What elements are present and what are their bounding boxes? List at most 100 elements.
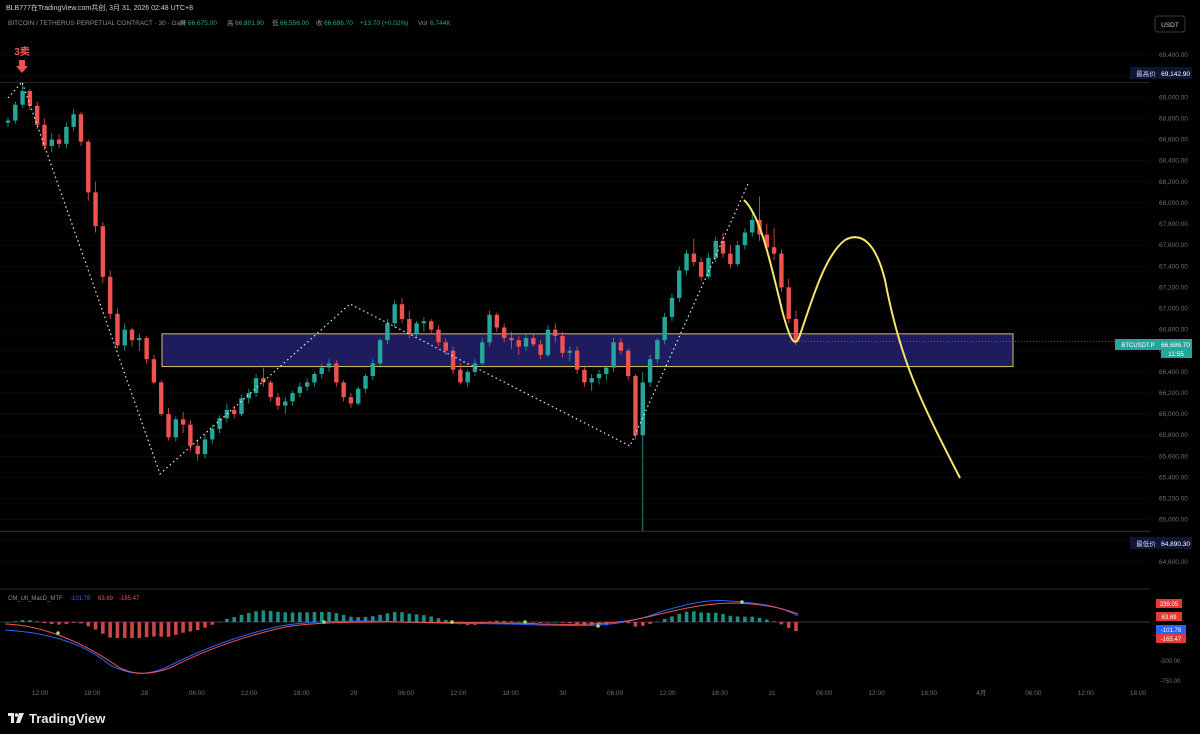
candle bbox=[195, 439, 200, 461]
macd-histogram-bar bbox=[144, 622, 149, 638]
candle bbox=[144, 335, 149, 364]
macd-histogram-bar bbox=[407, 613, 412, 622]
macd-histogram-bar bbox=[516, 621, 521, 623]
candle bbox=[625, 348, 631, 381]
svg-text:CM_Ult_MacD_MTF: CM_Ult_MacD_MTF bbox=[8, 596, 63, 602]
candle bbox=[5, 117, 11, 127]
sell-signal-label: 3卖 bbox=[14, 45, 30, 58]
candle bbox=[728, 245, 733, 269]
candle bbox=[786, 278, 791, 324]
macd-histogram-bar bbox=[319, 611, 324, 622]
macd-histogram-bar bbox=[699, 612, 703, 622]
candle bbox=[647, 354, 653, 387]
svg-text:63.69: 63.69 bbox=[98, 596, 114, 602]
price-tick-label: 66,000.00 bbox=[1159, 411, 1188, 418]
sell-signal-marker[interactable]: 3卖 bbox=[14, 45, 30, 73]
macd-histogram-bar bbox=[568, 622, 572, 624]
time-tick-label: 18:00 bbox=[293, 690, 310, 697]
ohlc-close: 66,686.70 bbox=[324, 20, 353, 27]
candle bbox=[640, 371, 645, 532]
macd-histogram-bar bbox=[750, 616, 755, 622]
candle bbox=[545, 325, 551, 358]
price-tick-label: 67,800.00 bbox=[1159, 221, 1188, 228]
price-zone-box[interactable] bbox=[161, 333, 1014, 368]
price-tick-label: 67,600.00 bbox=[1159, 242, 1188, 249]
macd-axis: -500.00 -750.00 239.05 63.69 -101.78 -16… bbox=[1156, 599, 1186, 685]
volume-value: 6.744K bbox=[430, 20, 451, 27]
macd-histogram-bar bbox=[276, 611, 280, 622]
macd-histogram-bar bbox=[195, 622, 200, 631]
candle bbox=[20, 82, 25, 108]
macd-histogram-bar bbox=[772, 621, 776, 622]
candle bbox=[253, 373, 259, 398]
macd-histogram-bar bbox=[728, 615, 733, 622]
macd-histogram-bar bbox=[721, 613, 725, 622]
time-tick-label: 06:00 bbox=[607, 690, 624, 697]
macd-histogram-bar bbox=[268, 610, 273, 622]
macd-histogram-bar bbox=[765, 619, 769, 622]
macd-histogram-bar bbox=[312, 612, 317, 622]
macd-histogram-bar bbox=[392, 611, 397, 622]
macd-histogram-bar bbox=[560, 622, 565, 623]
macd-histogram-bar bbox=[684, 611, 689, 622]
svg-text:高: 高 bbox=[227, 18, 234, 27]
candle bbox=[71, 108, 76, 132]
macd-histogram-bar bbox=[706, 612, 711, 622]
macd-histogram-bar bbox=[385, 613, 390, 622]
price-tick-label: 68,000.00 bbox=[1159, 200, 1188, 207]
candle bbox=[691, 238, 697, 267]
candle bbox=[720, 232, 726, 258]
footer-bar: TradingView bbox=[0, 702, 1200, 734]
svg-text:最低价: 最低价 bbox=[1136, 539, 1156, 548]
macd-histogram-bar bbox=[137, 622, 142, 638]
macd-histogram-bar bbox=[35, 621, 39, 622]
candle bbox=[202, 435, 208, 459]
price-tick-label: 66,400.00 bbox=[1159, 369, 1188, 376]
macd-histogram-bar bbox=[531, 622, 536, 623]
currency-button[interactable]: USDT bbox=[1154, 15, 1186, 33]
candle bbox=[428, 319, 434, 334]
candle bbox=[771, 228, 777, 260]
price-tick-label: 67,200.00 bbox=[1159, 284, 1188, 291]
candle bbox=[166, 407, 171, 441]
candle bbox=[261, 367, 266, 387]
svg-text:-165.47: -165.47 bbox=[119, 596, 140, 602]
svg-text:239.05: 239.05 bbox=[1160, 602, 1179, 608]
candle bbox=[698, 257, 704, 282]
time-tick-label: 12:00 bbox=[241, 690, 258, 697]
macd-histogram-bar bbox=[86, 622, 91, 627]
macd-histogram-bar bbox=[662, 618, 667, 622]
time-axis[interactable]: 12:00 18:00 28 06:00 12:00 18:00 29 06:00 12:00 1… bbox=[32, 689, 1147, 697]
macd-histogram-bar bbox=[254, 611, 258, 622]
macd-histogram-bar bbox=[655, 621, 660, 623]
macd-histogram-bar bbox=[786, 622, 791, 628]
macd-histogram-bar bbox=[57, 622, 61, 625]
svg-text:-165.47: -165.47 bbox=[1161, 637, 1182, 643]
macd-histogram-bar bbox=[64, 622, 69, 624]
tradingview-logo[interactable]: TradingView bbox=[8, 711, 105, 726]
price-tick-label: 69,400.00 bbox=[1159, 52, 1188, 59]
ohlc-low: 66,556.00 bbox=[280, 20, 309, 27]
macd-histogram-bar bbox=[327, 611, 331, 622]
svg-text:64,890.30: 64,890.30 bbox=[1161, 541, 1190, 548]
candle bbox=[669, 293, 675, 322]
candle bbox=[363, 373, 368, 393]
macd-histogram-bar bbox=[429, 616, 433, 622]
candle bbox=[275, 392, 281, 410]
macd-histogram-bar bbox=[28, 620, 32, 622]
symbol-line: BITCOIN / TETHERUS PERPETUAL CONTRACT · … bbox=[8, 20, 186, 27]
price-tick-label: 69,000.00 bbox=[1159, 94, 1188, 101]
macd-histogram-bar bbox=[626, 622, 630, 624]
candle bbox=[56, 134, 62, 149]
candle bbox=[779, 249, 784, 292]
price-axis[interactable]: 69,400.0069,200.0069,000.0068,800.0068,6… bbox=[1159, 52, 1188, 566]
macd-histogram-bar bbox=[239, 614, 244, 622]
macd-histogram-bar bbox=[509, 621, 514, 622]
candle bbox=[297, 382, 303, 398]
price-tick-label: 65,200.00 bbox=[1159, 496, 1188, 503]
macd-histogram-bar bbox=[298, 612, 302, 622]
candle bbox=[27, 88, 33, 111]
macd-histogram-bar bbox=[334, 613, 339, 622]
candle bbox=[341, 380, 346, 402]
candle bbox=[49, 133, 54, 153]
